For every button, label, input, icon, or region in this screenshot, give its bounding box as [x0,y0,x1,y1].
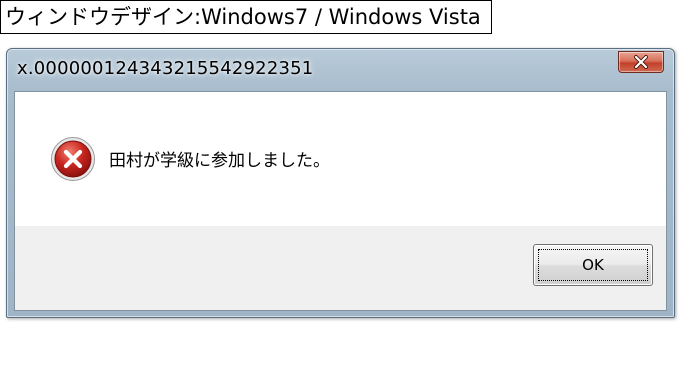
message-area: 田村が学級に参加しました。 [15,92,666,226]
title-bar[interactable]: x.000000124343215542922351 [7,49,674,91]
window-title: x.000000124343215542922351 [17,58,314,79]
dialog-body: 田村が学級に参加しました。 OK [14,91,667,311]
error-icon [51,137,95,181]
design-caption: ウィンドウデザイン:Windows7 / Windows Vista [0,0,492,34]
ok-button-label: OK [538,249,648,281]
close-button[interactable] [618,51,664,73]
message-dialog: x.000000124343215542922351 田村が学級に参加しました。… [6,48,675,318]
dialog-message: 田村が学級に参加しました。 [109,151,330,171]
ok-button[interactable]: OK [533,244,653,286]
close-icon [634,55,648,69]
